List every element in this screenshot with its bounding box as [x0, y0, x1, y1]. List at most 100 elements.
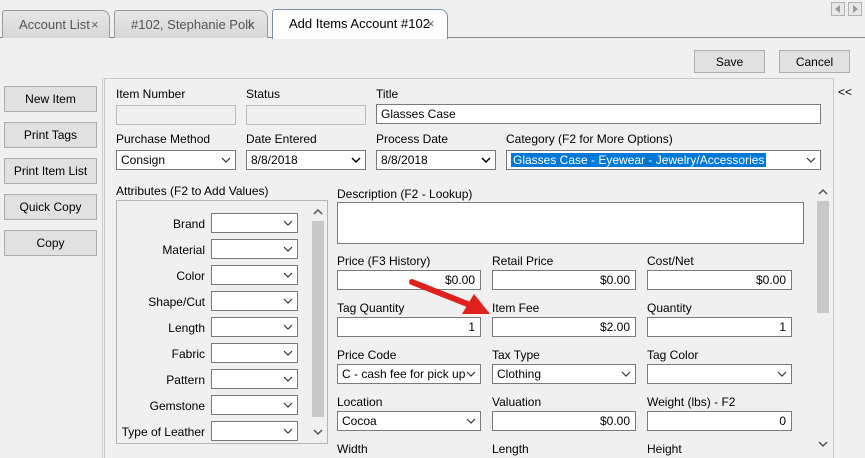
- tag-color-select[interactable]: [647, 364, 792, 384]
- tab-add-items[interactable]: Add Items Account #102 ×: [272, 9, 448, 39]
- tab-label: Add Items Account #102: [289, 16, 430, 31]
- attribute-select[interactable]: [211, 317, 298, 337]
- form-scrollbar[interactable]: [815, 183, 831, 453]
- cost-net-field[interactable]: $0.00: [647, 270, 792, 290]
- attribute-label: Gemstone: [149, 399, 205, 413]
- scroll-down-icon[interactable]: [816, 437, 830, 451]
- chevron-down-icon: [283, 220, 293, 226]
- attribute-select[interactable]: [211, 291, 298, 311]
- length-label: Length: [492, 442, 529, 456]
- tab-label: #102, Stephanie Polk: [131, 17, 255, 32]
- attribute-label: Fabric: [171, 347, 205, 361]
- scroll-up-icon[interactable]: [816, 185, 830, 199]
- chevron-down-icon: [777, 371, 787, 377]
- width-label: Width: [337, 442, 368, 456]
- chevron-down-icon: [283, 402, 293, 408]
- location-select[interactable]: Cocoa: [337, 411, 481, 431]
- category-select[interactable]: Glasses Case - Eyewear - Jewelry/Accesso…: [506, 150, 821, 170]
- scroll-left-icon[interactable]: [831, 2, 845, 16]
- tab-account-list[interactable]: Account List ×: [2, 10, 110, 38]
- attribute-label: Color: [176, 269, 205, 283]
- purchase-method-select[interactable]: Consign: [116, 150, 236, 170]
- copy-button[interactable]: Copy: [4, 230, 97, 256]
- attribute-select[interactable]: [211, 395, 298, 415]
- scrollbar-thumb[interactable]: [312, 221, 324, 417]
- location-value: Cocoa: [342, 414, 377, 428]
- collapse-panel-button[interactable]: <<: [838, 85, 852, 99]
- chevron-down-icon: [283, 324, 293, 330]
- attribute-select[interactable]: [211, 421, 298, 441]
- new-item-button[interactable]: New Item: [4, 86, 97, 112]
- tag-color-label: Tag Color: [647, 348, 699, 362]
- scroll-right-icon[interactable]: [848, 2, 862, 16]
- tab-label: Account List: [19, 17, 90, 32]
- attribute-select[interactable]: [211, 369, 298, 389]
- description-field[interactable]: [337, 202, 804, 244]
- quantity-field[interactable]: 1: [647, 317, 792, 337]
- chevron-down-icon: [466, 371, 476, 377]
- attribute-select[interactable]: [211, 265, 298, 285]
- chevron-down-icon: [466, 418, 476, 424]
- chevron-down-icon: [351, 157, 361, 164]
- chevron-down-icon: [283, 376, 293, 382]
- attribute-select[interactable]: [211, 213, 298, 233]
- tab-bar: Account List × #102, Stephanie Polk × Ad…: [0, 0, 865, 39]
- location-label: Location: [337, 395, 383, 409]
- attribute-label: Pattern: [166, 373, 205, 387]
- cancel-button[interactable]: Cancel: [779, 50, 850, 73]
- chevron-down-icon: [221, 157, 231, 163]
- chevron-down-icon: [283, 272, 293, 278]
- chevron-down-icon: [283, 298, 293, 304]
- price-label: Price (F3 History): [337, 254, 431, 268]
- save-button[interactable]: Save: [694, 50, 765, 73]
- title-field[interactable]: Glasses Case: [376, 104, 821, 124]
- cost-net-label: Cost/Net: [647, 254, 694, 268]
- item-number-field[interactable]: [116, 105, 236, 125]
- status-field[interactable]: [246, 105, 366, 125]
- price-code-select[interactable]: C - cash fee for pick up: [337, 364, 481, 384]
- process-date-label: Process Date: [376, 132, 449, 146]
- attributes-list: Brand Material Color Shape/Cut Length Fa…: [116, 200, 328, 444]
- process-date-select[interactable]: 8/8/2018: [376, 150, 496, 170]
- close-icon[interactable]: ×: [247, 17, 255, 32]
- chevron-down-icon: [621, 371, 631, 377]
- chevron-down-icon: [481, 157, 491, 164]
- quantity-label: Quantity: [647, 301, 692, 315]
- purchase-method-value: Consign: [121, 153, 166, 167]
- quick-copy-button[interactable]: Quick Copy: [4, 194, 97, 220]
- weight-field[interactable]: 0: [647, 411, 792, 431]
- date-entered-select[interactable]: 8/8/2018: [246, 150, 366, 170]
- attributes-scrollbar[interactable]: [310, 203, 326, 441]
- close-icon[interactable]: ×: [91, 17, 99, 32]
- print-tags-button[interactable]: Print Tags: [4, 122, 97, 148]
- attribute-select[interactable]: [211, 343, 298, 363]
- purchase-method-label: Purchase Method: [116, 132, 211, 146]
- weight-label: Weight (lbs) - F2: [647, 395, 736, 409]
- valuation-field[interactable]: $0.00: [492, 411, 636, 431]
- tax-type-select[interactable]: Clothing: [492, 364, 636, 384]
- date-entered-value: 8/8/2018: [251, 153, 298, 167]
- retail-price-field[interactable]: $0.00: [492, 270, 636, 290]
- print-item-list-button[interactable]: Print Item List: [4, 158, 97, 184]
- attribute-select[interactable]: [211, 239, 298, 259]
- tab-customer[interactable]: #102, Stephanie Polk ×: [114, 10, 268, 38]
- price-code-value: C - cash fee for pick up: [342, 367, 466, 381]
- scroll-up-icon[interactable]: [311, 205, 325, 219]
- attribute-label: Type of Leather: [121, 425, 205, 439]
- category-label: Category (F2 for More Options): [506, 132, 673, 146]
- scrollbar-thumb[interactable]: [817, 201, 829, 313]
- left-action-panel: New Item Print Tags Print Item List Quic…: [0, 78, 103, 458]
- height-label: Height: [647, 442, 682, 456]
- chevron-down-icon: [283, 428, 293, 434]
- title-label: Title: [376, 87, 399, 101]
- chevron-down-icon: [806, 157, 816, 163]
- close-icon[interactable]: ×: [427, 16, 435, 31]
- item-fee-field[interactable]: $2.00: [492, 317, 636, 337]
- scroll-down-icon[interactable]: [311, 425, 325, 439]
- annotation-arrow-icon: [409, 279, 490, 314]
- tag-quantity-label: Tag Quantity: [337, 301, 405, 315]
- price-code-label: Price Code: [337, 348, 397, 362]
- retail-price-label: Retail Price: [492, 254, 554, 268]
- description-label: Description (F2 - Lookup): [337, 187, 473, 201]
- category-value: Glasses Case - Eyewear - Jewelry/Accesso…: [511, 153, 767, 167]
